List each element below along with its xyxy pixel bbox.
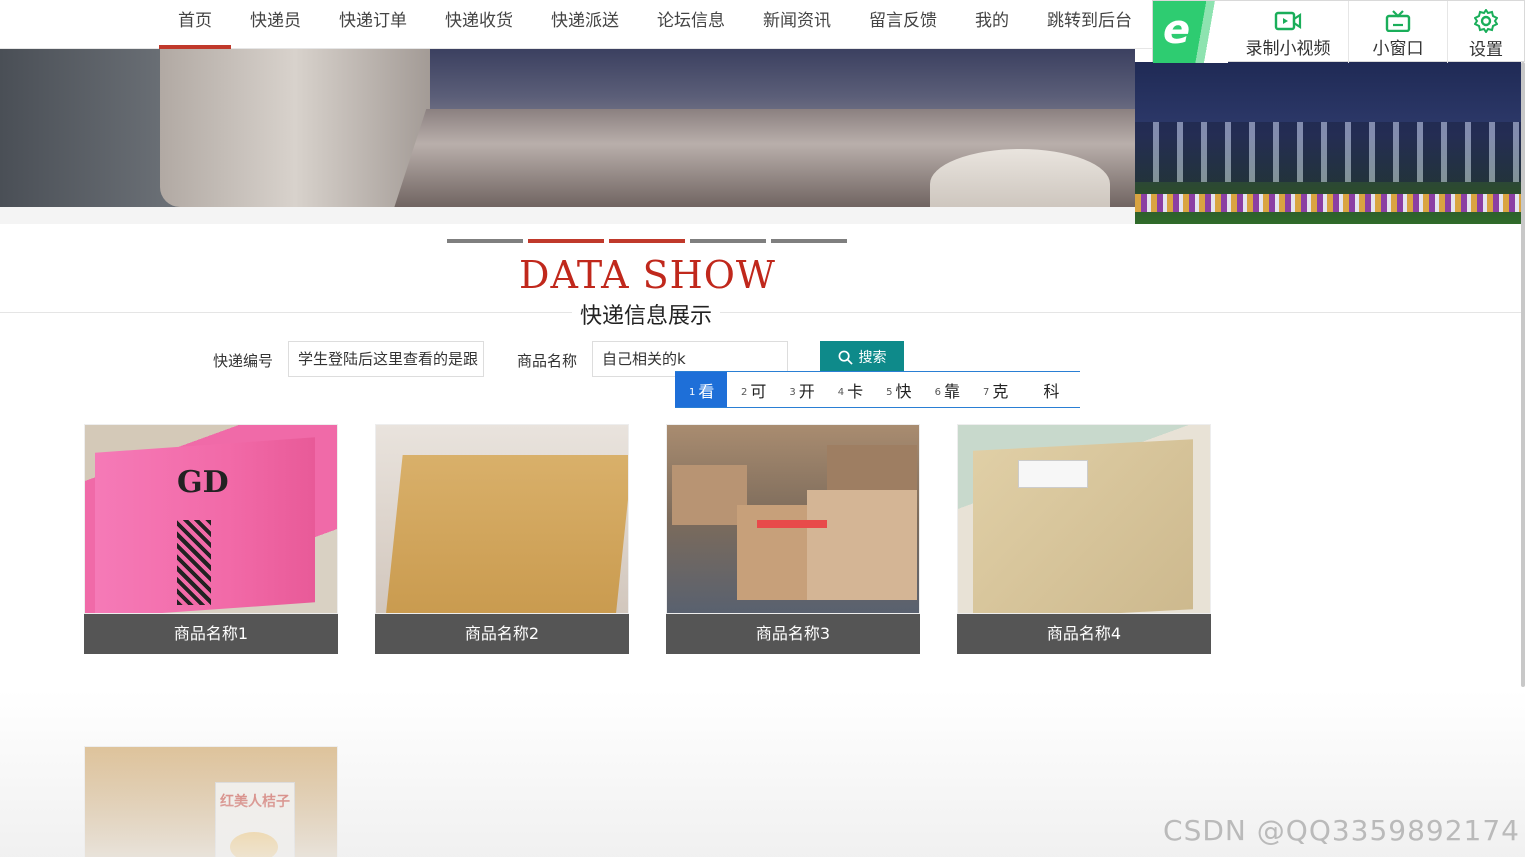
- ime-candidate-text: 卡: [847, 381, 864, 401]
- nav-item-feedback[interactable]: 留言反馈: [850, 0, 956, 49]
- parcel-shape: [807, 490, 917, 600]
- product-image: [957, 424, 1211, 614]
- product-card[interactable]: 商品名称3: [666, 424, 920, 654]
- ime-candidate-number: 7: [982, 386, 990, 398]
- gear-icon: [1474, 8, 1498, 33]
- ime-candidate-5[interactable]: 5快: [872, 372, 920, 407]
- section-title-cn: 快递信息展示: [572, 298, 721, 330]
- product-image: [666, 424, 920, 614]
- slide-dot-1[interactable]: [447, 239, 523, 243]
- parcel-tape-shape: [757, 520, 827, 528]
- parcel-shape: [827, 445, 917, 495]
- nav-item-orders[interactable]: 快递订单: [320, 0, 426, 49]
- product-card[interactable]: 红美人桔子: [84, 746, 338, 857]
- section-title-en: DATA SHOW: [518, 253, 776, 297]
- mini-window-label: 小窗口: [1372, 38, 1424, 59]
- video-record-icon: [1274, 11, 1302, 30]
- banner-image-campus: [1135, 62, 1521, 224]
- ime-candidate-number: 6: [934, 386, 941, 398]
- search-button-label: 搜索: [858, 350, 887, 366]
- banner-flowers-shape: [1135, 194, 1521, 212]
- slide-indicator: [447, 239, 847, 243]
- slide-dot-5[interactable]: [771, 239, 847, 243]
- orange-fruit-shape: [230, 832, 278, 857]
- ime-candidate-7[interactable]: 7克: [969, 372, 1017, 407]
- mini-window-button[interactable]: 小窗口: [1348, 1, 1448, 63]
- record-video-button[interactable]: 录制小视频: [1228, 1, 1348, 63]
- ime-candidate-text: 科: [1043, 381, 1060, 401]
- parcel-shape: [672, 465, 747, 525]
- ime-candidate-number: 3: [789, 386, 796, 398]
- tracking-number-label: 快递编号: [213, 352, 274, 370]
- browser-logo-icon: e: [1153, 1, 1228, 63]
- vertical-scrollbar[interactable]: [1521, 62, 1525, 687]
- product-name-label: 商品名称: [517, 352, 578, 370]
- ime-candidate-bar: 1看 2可 3开 4卡 5快 6靠 7克 科: [675, 371, 1080, 408]
- browser-floating-toolbar: e 录制小视频 小窗口 设置: [1152, 0, 1525, 63]
- product-name: 商品名称1: [84, 614, 338, 654]
- product-card[interactable]: 商品名称4: [957, 424, 1211, 654]
- slide-dot-3[interactable]: [609, 239, 685, 243]
- record-video-label: 录制小视频: [1245, 38, 1331, 59]
- browser-logo-letter: e: [1163, 7, 1191, 53]
- ime-candidate-text: 快: [895, 381, 912, 401]
- settings-label: 设置: [1469, 39, 1503, 60]
- ime-candidate-number: 2: [741, 386, 748, 398]
- nav-item-news[interactable]: 新闻资讯: [744, 0, 850, 49]
- ime-candidate-text: 开: [798, 381, 815, 401]
- nav-menu: 首页 快递员 快递订单 快递收货 快递派送 论坛信息 新闻资讯 留言反馈 我的 …: [159, 0, 1151, 49]
- ime-candidate-number: 1: [689, 386, 696, 398]
- ime-candidate-8[interactable]: 科: [1017, 372, 1068, 407]
- tracking-number-input[interactable]: 学生登陆后这里查看的是跟: [288, 341, 484, 377]
- banner-image-classroom: [0, 49, 1135, 207]
- product-card[interactable]: 商品名称2: [375, 424, 629, 654]
- ime-candidate-number: 4: [837, 386, 845, 398]
- banner-building-shape: [1135, 122, 1521, 182]
- search-button[interactable]: 搜索: [820, 341, 904, 373]
- product-name: 商品名称3: [666, 614, 920, 654]
- nav-item-mine[interactable]: 我的: [956, 0, 1028, 49]
- shipping-label-shape: [1018, 460, 1088, 488]
- ime-candidate-2[interactable]: 2可: [727, 372, 775, 407]
- product-image: 红美人桔子: [84, 746, 338, 857]
- section-divider: [0, 312, 1525, 313]
- slide-dot-2[interactable]: [528, 239, 604, 243]
- ime-candidate-6[interactable]: 6靠: [921, 372, 969, 407]
- ime-candidate-number: 5: [886, 386, 893, 398]
- nav-item-delivery[interactable]: 快递派送: [532, 0, 638, 49]
- box-pattern-graphic: [177, 520, 211, 605]
- tan-box-shape: [385, 455, 628, 613]
- slide-dot-4[interactable]: [690, 239, 766, 243]
- product-card[interactable]: GD 商品名称1: [84, 424, 338, 654]
- product-name: 商品名称2: [375, 614, 629, 654]
- nav-item-forum[interactable]: 论坛信息: [638, 0, 744, 49]
- product-name: 商品名称4: [957, 614, 1211, 654]
- ime-candidate-3[interactable]: 3开: [775, 372, 823, 407]
- fruit-sticker-text: 红美人桔子: [220, 794, 290, 810]
- nav-item-admin[interactable]: 跳转到后台: [1028, 0, 1151, 49]
- ime-candidate-text: 可: [750, 381, 767, 401]
- banner-chair-shape: [160, 49, 430, 207]
- settings-button[interactable]: 设置: [1448, 1, 1524, 63]
- search-icon: [838, 350, 853, 365]
- nav-item-home[interactable]: 首页: [159, 0, 231, 49]
- ime-candidate-text: 靠: [943, 381, 960, 401]
- tv-icon: [1385, 9, 1411, 32]
- ime-candidate-1[interactable]: 1看: [675, 372, 727, 407]
- ime-candidate-text: 看: [698, 381, 715, 401]
- product-image: GD: [84, 424, 338, 614]
- product-image: [375, 424, 629, 614]
- nav-item-courier[interactable]: 快递员: [231, 0, 320, 49]
- watermark: CSDN @QQ3359892174: [1163, 814, 1520, 847]
- box-logo-graphic: GD: [177, 465, 229, 500]
- ime-candidate-text: 克: [992, 381, 1009, 401]
- nav-item-receiving[interactable]: 快递收货: [426, 0, 532, 49]
- ime-candidate-4[interactable]: 4卡: [824, 372, 872, 407]
- banner-strip: [0, 207, 1135, 224]
